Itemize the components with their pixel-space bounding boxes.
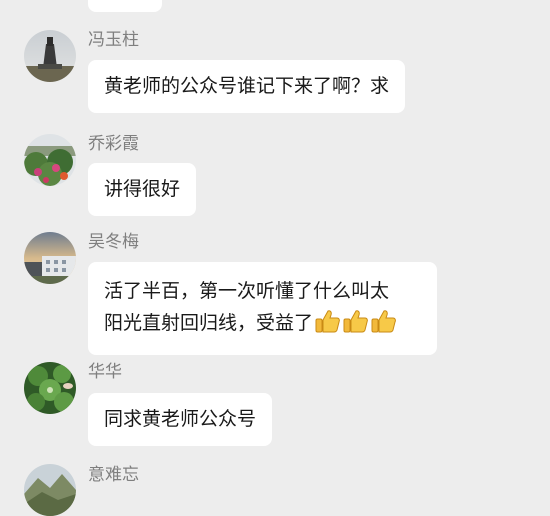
message-text: 黄老师的公众号谁记下来了啊？求	[104, 75, 390, 97]
thumbs-up-icon	[343, 309, 369, 343]
message-bubble[interactable]: 活了半百，第一次听懂了什么叫太 阳光直射回归线，受益了	[88, 262, 437, 355]
message-text-line: 阳光直射回归线，受益了	[104, 312, 314, 334]
message-text: 讲得很好	[104, 178, 181, 200]
mountain-photo-avatar	[24, 464, 76, 516]
message-text-line-2-row: 阳光直射回归线，受益了	[104, 307, 421, 343]
sender-name: 冯玉柱	[88, 30, 139, 50]
message-text-line: 活了半百，第一次听懂了什么叫太	[104, 280, 390, 302]
clover-photo-avatar	[24, 362, 76, 414]
sunset-building-avatar	[24, 232, 76, 284]
avatar-huahua[interactable]	[24, 362, 76, 414]
sender-name: 意难忘	[88, 465, 139, 485]
monument-photo-avatar	[24, 30, 76, 82]
avatar-qiao-caixia[interactable]	[24, 134, 76, 186]
sender-name: 乔彩霞	[88, 134, 139, 154]
message-text: 同求黄老师公众号	[104, 408, 257, 430]
avatar-feng-yuzhu[interactable]	[24, 30, 76, 82]
thumbs-up-icon	[315, 309, 341, 343]
previous-message-bubble[interactable]	[88, 0, 162, 12]
message-bubble[interactable]: 同求黄老师公众号	[88, 393, 273, 446]
message-bubble[interactable]: 黄老师的公众号谁记下来了啊？求	[88, 60, 406, 113]
sender-name: 吴冬梅	[88, 232, 139, 252]
garden-photo-avatar	[24, 134, 76, 186]
sender-name: 华华	[88, 362, 122, 382]
avatar-yi-nanwang[interactable]	[24, 464, 76, 516]
message-bubble[interactable]: 讲得很好	[88, 163, 197, 216]
avatar-wu-dongmei[interactable]	[24, 232, 76, 284]
thumbs-up-icon	[371, 309, 397, 343]
